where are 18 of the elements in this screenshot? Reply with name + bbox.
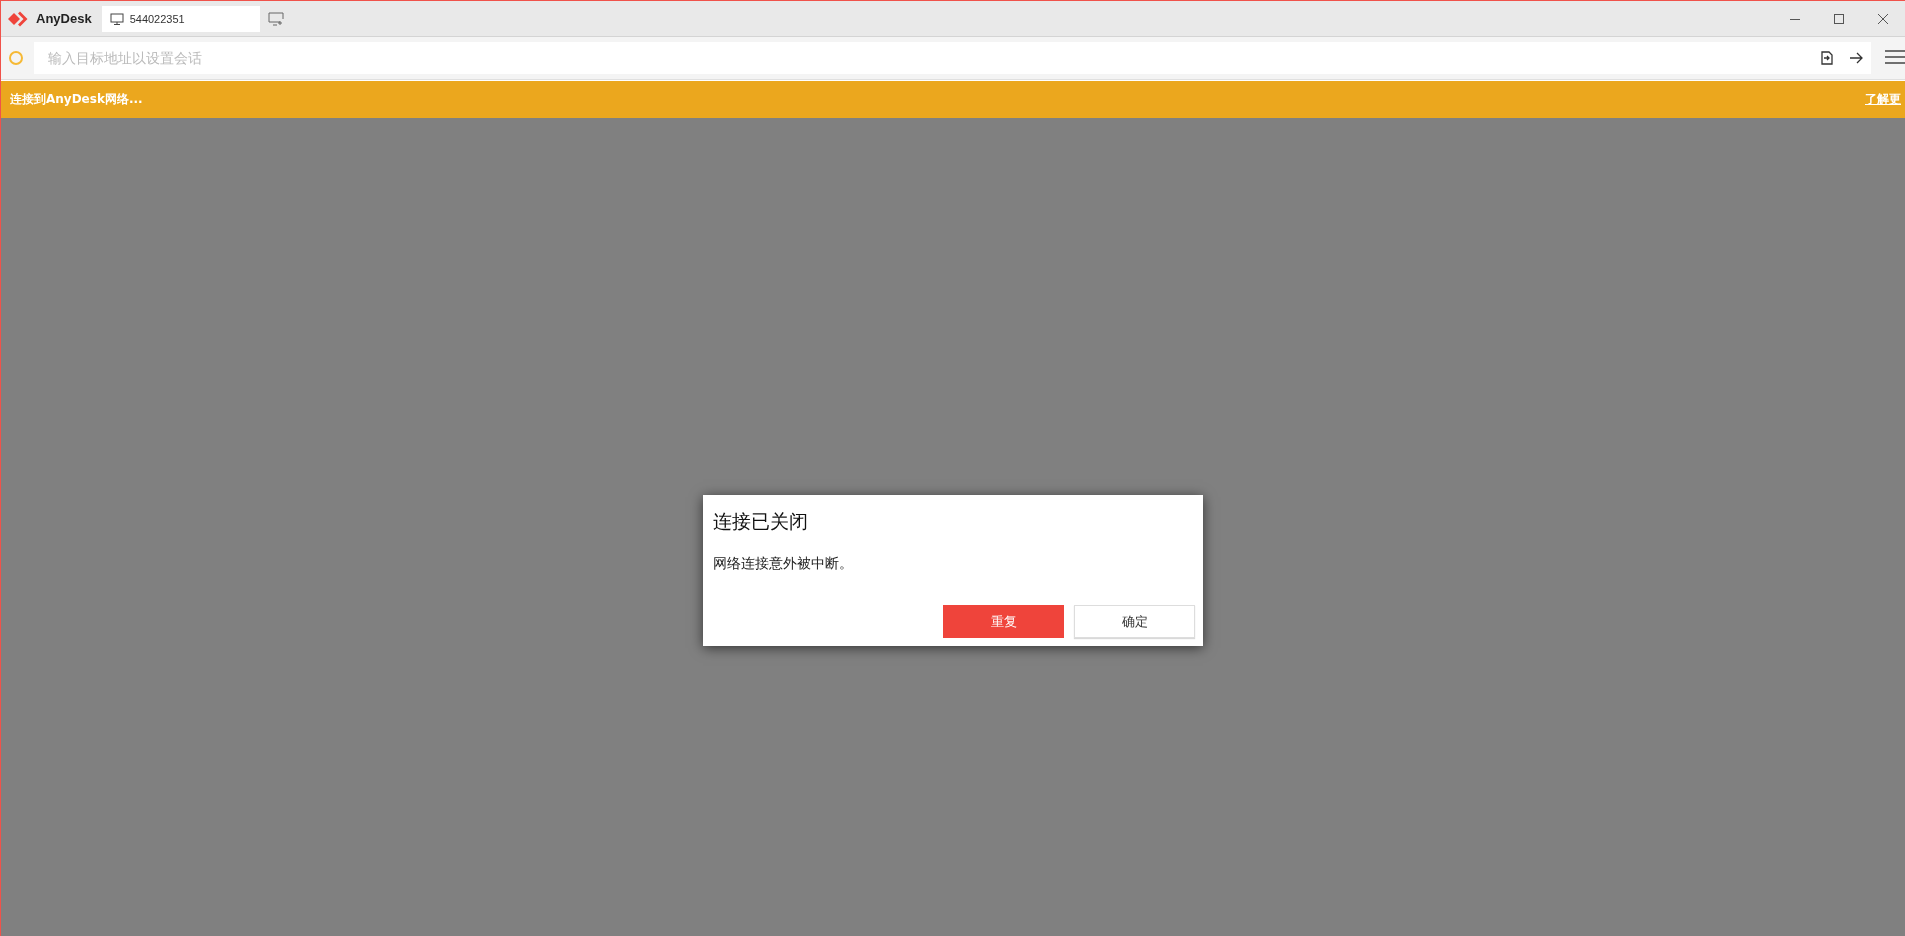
anydesk-logo-icon	[8, 10, 30, 27]
address-input[interactable]: 输入目标地址以设置会话	[46, 49, 1805, 67]
banner-message: 连接到AnyDesk网络...	[10, 91, 143, 108]
new-session-icon[interactable]	[267, 11, 284, 26]
maximize-icon	[1834, 13, 1844, 24]
address-field[interactable]: 输入目标地址以设置会话	[34, 42, 1871, 74]
connection-status-icon	[9, 51, 23, 65]
file-transfer-icon[interactable]	[1821, 51, 1833, 65]
monitor-icon	[109, 12, 124, 25]
close-icon	[1878, 13, 1888, 24]
connect-arrow-icon[interactable]	[1849, 52, 1863, 64]
app-name: AnyDesk	[36, 11, 92, 26]
session-tab[interactable]: 544022351	[101, 5, 260, 32]
menu-icon[interactable]	[1883, 49, 1905, 67]
dialog-title: 连接已关闭	[713, 509, 809, 534]
ok-button[interactable]: 确定	[1074, 605, 1195, 638]
retry-button[interactable]: 重复	[943, 605, 1064, 638]
dialog-message: 网络连接意外被中断。	[713, 555, 854, 573]
